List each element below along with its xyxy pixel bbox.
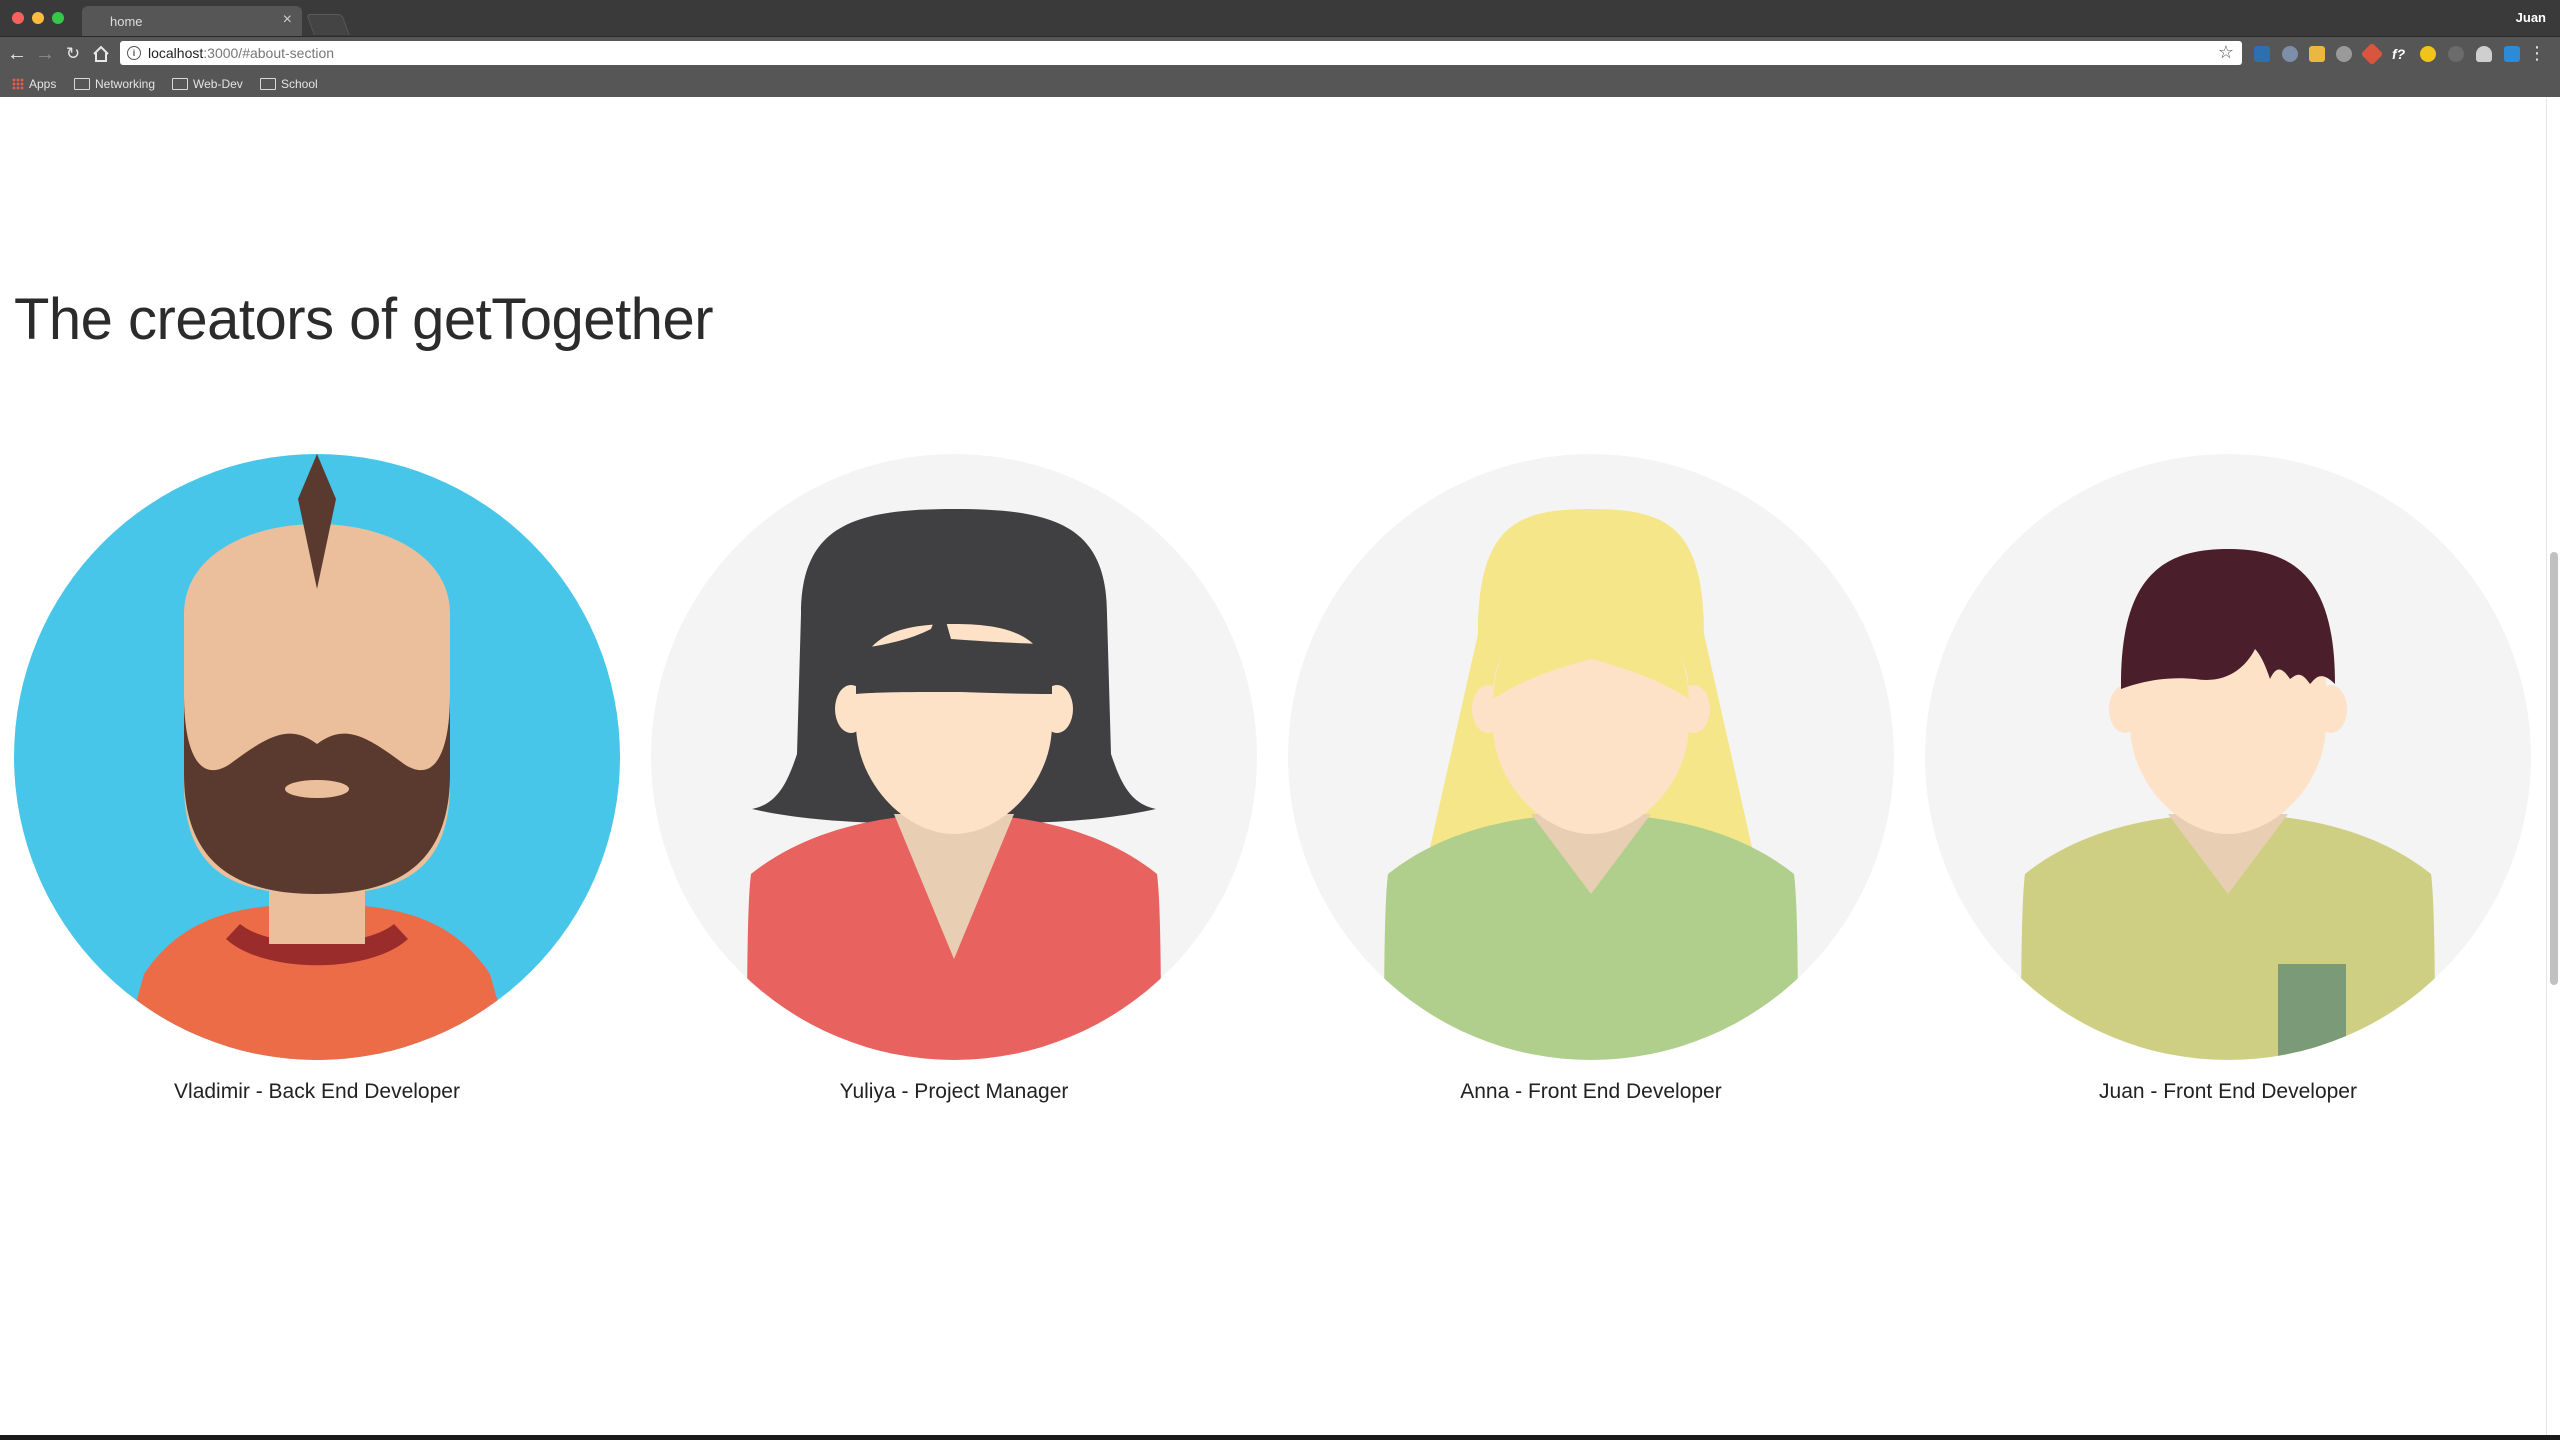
browser-tab[interactable]: home ×: [82, 6, 302, 36]
browser-titlebar: home × Juan: [0, 0, 2560, 37]
extension-icon[interactable]: [2504, 46, 2520, 62]
avatar-anna: [1288, 454, 1894, 1060]
avatar-yuliya: [651, 454, 1257, 1060]
window-bottom-edge: [0, 1435, 2560, 1440]
extension-icon[interactable]: [2254, 46, 2270, 62]
avatar-vladimir: [14, 454, 620, 1060]
folder-icon: [260, 78, 276, 90]
maximize-window-button[interactable]: [52, 12, 64, 24]
team-member-card: Juan - Front End Developer: [1925, 454, 2531, 1103]
new-tab-button[interactable]: [306, 14, 350, 35]
bookmark-networking[interactable]: Networking: [74, 77, 155, 91]
member-caption: Yuliya - Project Manager: [839, 1080, 1069, 1103]
browser-menu-icon[interactable]: ⋮: [2528, 42, 2546, 64]
bookmarks-bar: Apps Networking Web-Dev School: [0, 71, 2560, 98]
apps-grid-icon: [12, 78, 24, 90]
cloud-extension-icon[interactable]: [2476, 46, 2492, 62]
formula-extension-icon[interactable]: f?: [2392, 46, 2408, 62]
member-caption: Vladimir - Back End Developer: [174, 1080, 460, 1103]
url-text[interactable]: localhost:3000/#about-section: [148, 45, 334, 61]
settings-extension-icon[interactable]: [2448, 46, 2464, 62]
home-icon[interactable]: [90, 43, 112, 65]
extension-icon[interactable]: [2360, 42, 2384, 66]
folder-icon: [172, 78, 188, 90]
extension-icon[interactable]: [2309, 46, 2325, 62]
bookmark-school[interactable]: School: [260, 77, 318, 91]
back-icon[interactable]: ←: [6, 43, 28, 65]
shield-extension-icon[interactable]: [2282, 46, 2298, 62]
bookmark-star-icon[interactable]: ☆: [2218, 42, 2234, 63]
bookmark-web-dev[interactable]: Web-Dev: [172, 77, 243, 91]
profile-name[interactable]: Juan: [2516, 10, 2546, 25]
avatar-juan: [1925, 454, 2531, 1060]
scrollbar-thumb[interactable]: [2550, 552, 2558, 985]
address-bar[interactable]: i localhost:3000/#about-section ☆: [120, 41, 2242, 65]
browser-toolbar: ← → ↻ i localhost:3000/#about-section ☆ …: [0, 37, 2560, 71]
extension-icon[interactable]: [2420, 46, 2436, 62]
minimize-window-button[interactable]: [32, 12, 44, 24]
close-window-button[interactable]: [12, 12, 24, 24]
page-scrollbar[interactable]: [2546, 97, 2560, 1435]
bookmark-apps[interactable]: Apps: [12, 77, 56, 91]
reload-icon[interactable]: ↻: [62, 43, 84, 65]
member-caption: Anna - Front End Developer: [1460, 1080, 1722, 1103]
forward-icon[interactable]: →: [34, 43, 56, 65]
tab-close-icon[interactable]: ×: [283, 12, 292, 28]
extension-icon[interactable]: [2336, 46, 2352, 62]
page-title: The creators of getTogether: [14, 287, 714, 352]
team-member-card: Anna - Front End Developer: [1288, 454, 1894, 1103]
team-member-card: Yuliya - Project Manager: [651, 454, 1257, 1103]
member-caption: Juan - Front End Developer: [2099, 1080, 2357, 1103]
info-icon[interactable]: i: [127, 46, 141, 60]
folder-icon: [74, 78, 90, 90]
team-member-card: Vladimir - Back End Developer: [14, 454, 620, 1103]
tab-title: home: [110, 14, 143, 29]
